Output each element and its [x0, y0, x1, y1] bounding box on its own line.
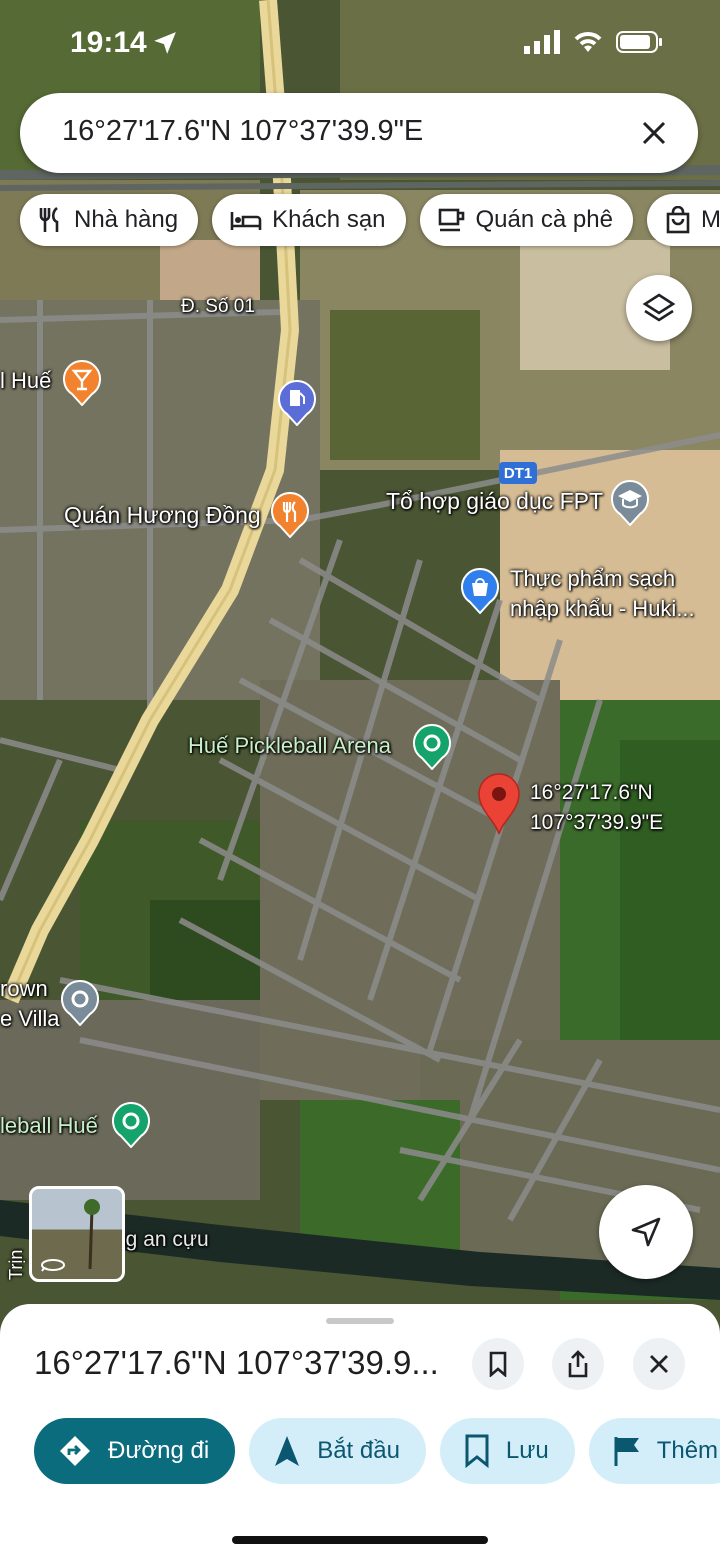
location-arrow-icon [154, 32, 176, 54]
hotel-pin-icon[interactable] [60, 980, 100, 1026]
chip-label: Quán cà phê [475, 206, 613, 233]
layers-button[interactable] [626, 275, 692, 341]
map-label: leball Huế [0, 1113, 98, 1138]
clear-search-button[interactable] [626, 105, 682, 161]
search-query[interactable]: 16°27'17.6"N 107°37'39.9"E [62, 115, 423, 148]
map-label: rown [0, 976, 48, 1001]
start-button[interactable]: Bắt đầu [249, 1418, 426, 1484]
chip-cafes[interactable]: Quán cà phê [419, 194, 633, 246]
road-shield-label: DT1 [503, 464, 533, 482]
category-chips: Nhà hàng Khách sạn Quán cà phê Mu [20, 194, 720, 246]
place-title: 16°27'17.6"N 107°37'39.9... [34, 1344, 439, 1381]
status-bar: 19:14 [0, 22, 720, 66]
map-label: Thực phẩm sạch [510, 566, 676, 591]
my-location-button[interactable] [599, 1185, 693, 1279]
cellular-signal-icon [524, 30, 560, 54]
dropped-pin-icon[interactable] [476, 772, 522, 836]
map-label: e Villa [0, 1006, 60, 1031]
sports-pin-icon[interactable] [412, 724, 452, 770]
gas-station-pin-icon[interactable] [277, 380, 317, 426]
wifi-icon [574, 32, 602, 52]
home-indicator [232, 1536, 488, 1544]
bookmark-icon [489, 1351, 507, 1377]
status-time: 19:14 [70, 26, 147, 59]
battery-icon [616, 31, 662, 53]
bookmark-icon [465, 1434, 489, 1468]
chip-restaurants[interactable]: Nhà hàng [20, 194, 199, 246]
pin-coordinates-line2: 107°37'39.9"E [530, 811, 664, 834]
more-label: Thêm [656, 1437, 719, 1464]
chip-label: Khách sạn [272, 206, 386, 233]
shopping-bag-icon [666, 206, 690, 234]
restaurant-pin-icon[interactable] [270, 492, 310, 538]
place-bottom-sheet: 16°27'17.6"N 107°37'39.9... Đường đi Bắt… [0, 1304, 720, 1557]
layers-icon [642, 293, 676, 322]
street-label: Trịn [6, 1249, 26, 1280]
save-label: Lưu [505, 1437, 549, 1464]
school-pin-icon[interactable] [610, 480, 650, 526]
status-icons [524, 30, 664, 54]
fork-knife-icon [39, 206, 59, 232]
close-icon [650, 1355, 668, 1373]
map-label: l Huế [0, 368, 52, 393]
navigation-arrow-icon [631, 1217, 661, 1247]
directions-button[interactable]: Đường đi [34, 1418, 236, 1484]
search-bar[interactable]: 16°27'17.6"N 107°37'39.9"E [20, 93, 698, 173]
bookmark-button[interactable] [472, 1338, 524, 1390]
close-sheet-button[interactable] [633, 1338, 685, 1390]
bar-pin-icon[interactable] [62, 360, 102, 406]
more-button[interactable]: Thêm [588, 1418, 720, 1484]
river-label: ng an cựu [114, 1228, 209, 1251]
bed-icon [230, 212, 262, 230]
coffee-cup-icon [438, 208, 464, 232]
sports-pin-icon[interactable] [111, 1102, 151, 1148]
start-label: Bắt đầu [317, 1437, 400, 1464]
drag-handle[interactable] [326, 1318, 394, 1324]
directions-label: Đường đi [108, 1437, 210, 1464]
street-view-thumbnail[interactable] [29, 1186, 125, 1282]
close-icon [642, 121, 666, 145]
shopping-pin-icon[interactable] [460, 568, 500, 614]
map-label: Tổ hợp giáo dục FPT [386, 488, 604, 514]
share-button[interactable] [552, 1338, 604, 1390]
chip-label: Nhà hàng [74, 206, 179, 233]
street-label: Đ. Số 01 [181, 296, 255, 317]
map-label: Huế Pickleball Arena [188, 733, 392, 758]
directions-icon [60, 1436, 90, 1466]
pin-coordinates-line1: 16°27'17.6"N [530, 781, 653, 804]
flag-icon [614, 1437, 639, 1466]
share-icon [568, 1350, 588, 1378]
chip-hotels[interactable]: Khách sạn [212, 194, 406, 246]
rotate-360-icon [41, 1259, 65, 1272]
action-buttons: Đường đi Bắt đầu Lưu Thêm [34, 1418, 720, 1484]
navigation-icon [275, 1436, 300, 1466]
chip-label: Mu [700, 206, 720, 233]
save-button[interactable]: Lưu [439, 1418, 575, 1484]
chip-shopping[interactable]: Mu [646, 194, 720, 246]
road-shield: DT1 [499, 462, 537, 484]
map-label: Quán Hương Đồng [64, 502, 261, 528]
map-label: nhập khẩu - Huki... [510, 596, 695, 621]
